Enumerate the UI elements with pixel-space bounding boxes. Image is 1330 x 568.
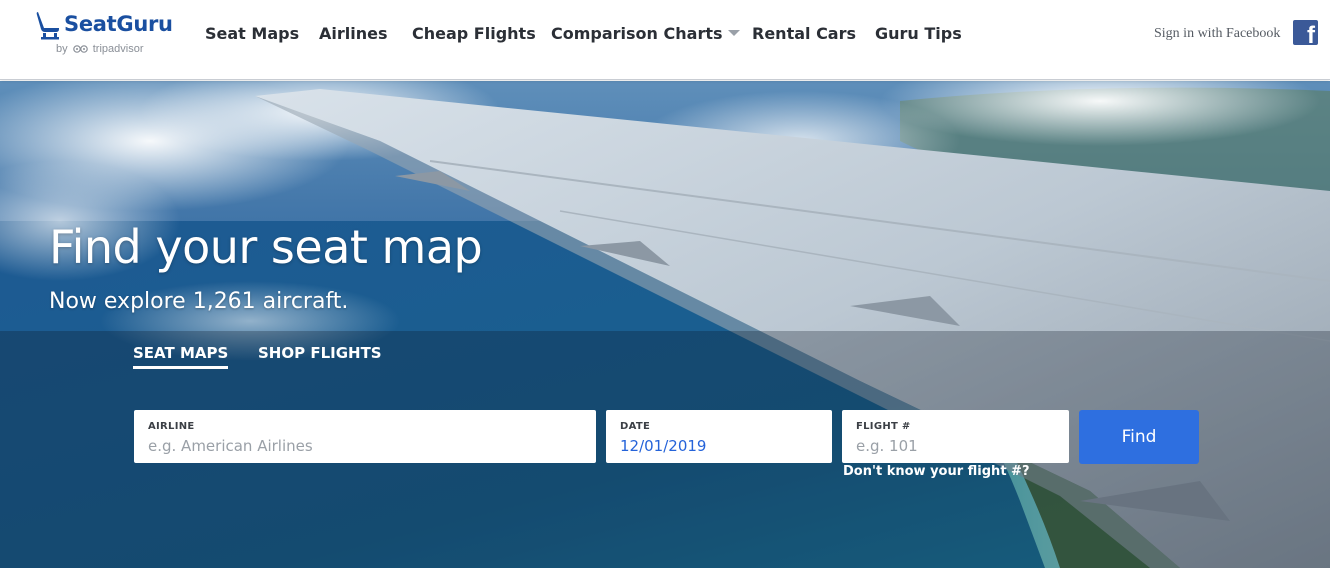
facebook-icon[interactable]: f <box>1293 20 1318 49</box>
nav-comparison-charts[interactable]: Comparison Charts <box>551 24 740 43</box>
hero-subtitle: Now explore 1,261 aircraft. <box>49 289 349 314</box>
nav-seat-maps[interactable]: Seat Maps <box>205 24 299 43</box>
hero-title: Find your seat map <box>49 220 483 274</box>
tripadvisor-owl-icon <box>72 45 88 53</box>
logo-byline: by tripadvisor <box>56 43 144 55</box>
facebook-signin-link[interactable]: Sign in with Facebook <box>1154 26 1280 42</box>
flight-number-input[interactable] <box>856 435 1055 457</box>
date-input[interactable] <box>620 435 818 457</box>
date-label: DATE <box>620 421 651 432</box>
flight-number-label: FLIGHT # <box>856 421 911 432</box>
logo-byline-prefix: by <box>56 43 68 55</box>
seatguru-logo[interactable]: SeatGuru by tripadvisor <box>34 10 174 60</box>
tab-shop-flights[interactable]: SHOP FLIGHTS <box>258 344 382 366</box>
airline-input[interactable] <box>148 435 582 457</box>
logo-brand-name: SeatGuru <box>64 12 173 36</box>
logo-byline-brand: tripadvisor <box>92 43 144 55</box>
find-button[interactable]: Find <box>1079 410 1199 464</box>
nav-airlines[interactable]: Airlines <box>319 24 388 43</box>
nav-cheap-flights[interactable]: Cheap Flights <box>412 24 536 43</box>
airline-label: AIRLINE <box>148 421 195 432</box>
unknown-flight-link[interactable]: Don't know your flight #? <box>843 464 1030 479</box>
hero-section: Find your seat map Now explore 1,261 air… <box>0 81 1330 568</box>
nav-comparison-charts-label: Comparison Charts <box>551 24 723 43</box>
top-header: SeatGuru by tripadvisor Seat Maps Airlin… <box>0 0 1330 80</box>
seat-logo-icon <box>36 12 59 40</box>
chevron-down-icon <box>727 30 740 36</box>
nav-guru-tips[interactable]: Guru Tips <box>875 24 962 43</box>
flight-number-field[interactable]: FLIGHT # <box>842 410 1069 463</box>
airline-field[interactable]: AIRLINE <box>134 410 596 463</box>
tab-seat-maps[interactable]: SEAT MAPS <box>133 344 229 369</box>
date-field[interactable]: DATE <box>606 410 832 463</box>
nav-rental-cars[interactable]: Rental Cars <box>752 24 856 43</box>
facebook-icon-glyph: f <box>1307 22 1315 49</box>
